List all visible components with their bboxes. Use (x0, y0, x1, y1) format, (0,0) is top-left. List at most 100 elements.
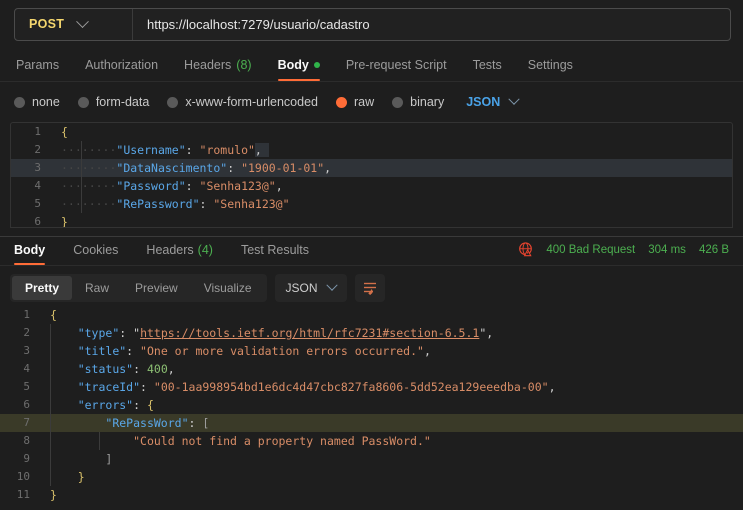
code-line: 9 ] (0, 450, 743, 468)
view-mode-pretty[interactable]: Pretty (12, 276, 73, 300)
code-line-selected: 3 ···· ····"DataNascimento": "1900-01-01"… (11, 159, 732, 177)
tab-headers[interactable]: Headers (8) (171, 58, 265, 81)
response-tab-body[interactable]: Body (14, 243, 59, 265)
tab-headers-label: Headers (184, 58, 232, 72)
line-number: 4 (34, 179, 41, 192)
tab-pre-request-script[interactable]: Pre-request Script (333, 58, 460, 81)
method-label: POST (29, 17, 65, 31)
code-line: 3 "title": "One or more validation error… (0, 342, 743, 360)
radio-icon (392, 96, 404, 108)
response-tab-test-results[interactable]: Test Results (227, 243, 323, 265)
line-content: "Could not find a property named PassWor… (42, 432, 743, 450)
code-line: 2 "type": "https://tools.ietf.org/html/r… (0, 324, 743, 342)
line-content: "status": 400, (42, 360, 743, 378)
body-type-raw[interactable]: raw (336, 95, 374, 109)
body-modified-dot-icon (313, 62, 320, 68)
globe-warning-icon (519, 242, 533, 257)
line-number: 9 (23, 452, 30, 465)
request-url-bar: POST https://localhost:7279/usuario/cada… (0, 0, 743, 48)
response-error-key: RePassWord (112, 416, 182, 430)
line-number: 6 (23, 398, 30, 411)
response-meta: 400 Bad Request 304 ms 426 B (518, 242, 729, 257)
request-body-editor[interactable]: 1 { 2 ···· ····"Username": "romulo", 3 ··… (10, 122, 733, 228)
response-tab-cookies[interactable]: Cookies (59, 243, 132, 265)
line-content: "traceId": "00-1aa998954bd1e6dc4d47cbc82… (42, 378, 743, 396)
line-number: 5 (34, 197, 41, 210)
view-mode-visualize[interactable]: Visualize (191, 276, 265, 300)
response-status-value: 400 (146, 362, 168, 376)
line-number: 5 (23, 380, 30, 393)
response-tab-headers-count: (4) (197, 243, 213, 257)
tab-settings-label: Settings (527, 58, 573, 72)
request-format-selector[interactable]: JSON (466, 93, 520, 109)
tab-body-label: Body (277, 58, 309, 72)
line-number: 3 (34, 161, 41, 174)
line-content: ···· ····"RePassword": "Senha123@" (61, 195, 290, 213)
body-type-form-data[interactable]: form-data (77, 95, 150, 109)
code-line: 8 "Could not find a property named PassW… (0, 432, 743, 450)
line-number: 2 (34, 143, 41, 156)
url-box: POST https://localhost:7279/usuario/cada… (14, 7, 731, 41)
tab-body[interactable]: Body (265, 58, 333, 81)
body-type-form-data-label: form-data (95, 95, 150, 109)
line-number: 11 (16, 488, 30, 501)
response-body-editor[interactable]: 1 { 2 "type": "https://tools.ietf.org/ht… (0, 306, 743, 502)
line-number: 6 (34, 215, 41, 228)
word-wrap-button[interactable] (354, 274, 385, 302)
line-content: ] (42, 450, 743, 468)
line-content: "title": "One or more validation errors … (42, 342, 743, 360)
line-content: { (50, 308, 57, 322)
response-type-url[interactable]: https://tools.ietf.org/html/rfc7231#sect… (140, 326, 479, 340)
line-content: "type": "https://tools.ietf.org/html/rfc… (42, 324, 743, 342)
line-number: 4 (23, 362, 30, 375)
radio-icon (167, 96, 179, 108)
tab-headers-count: (8) (236, 58, 252, 72)
view-mode-raw[interactable]: Raw (72, 276, 122, 300)
url-input[interactable]: https://localhost:7279/usuario/cadastro (133, 17, 370, 32)
response-tab-cookies-label: Cookies (73, 243, 119, 257)
line-number: 1 (23, 308, 30, 321)
view-mode-preview[interactable]: Preview (122, 276, 191, 300)
code-line: 5 ···· ····"RePassword": "Senha123@" (11, 195, 732, 213)
request-tabs: Params Authorization Headers (8) Body Pr… (0, 48, 743, 82)
line-content: } (61, 215, 68, 228)
body-type-binary-label: binary (410, 95, 445, 109)
code-line: 11 } (0, 486, 743, 502)
response-tab-headers[interactable]: Headers (4) (132, 243, 227, 265)
body-type-none[interactable]: none (14, 95, 60, 109)
tab-authorization[interactable]: Authorization (72, 58, 171, 81)
tab-tests[interactable]: Tests (460, 58, 515, 81)
code-line: 6 "errors": { (0, 396, 743, 414)
response-traceid-value: 00-1aa998954bd1e6dc4d47cbc827fa8606-5dd5… (160, 380, 542, 394)
code-line: 5 "traceId": "00-1aa998954bd1e6dc4d47cbc… (0, 378, 743, 396)
radio-selected-icon (336, 96, 347, 108)
tab-pre-request-script-label: Pre-request Script (345, 58, 447, 72)
response-header: Body Cookies Headers (4) Test Results 40… (0, 234, 743, 266)
body-type-urlencoded[interactable]: x-www-form-urlencoded (167, 95, 318, 109)
chevron-down-icon (325, 279, 338, 291)
response-view-modes: Pretty Raw Preview Visualize (10, 274, 267, 302)
response-status: 400 Bad Request (546, 243, 636, 256)
line-content: } (50, 488, 57, 502)
line-content: ···· ····"DataNascimento": "1900-01-01", (61, 159, 332, 177)
response-format-selector[interactable]: JSON (274, 274, 347, 302)
line-number: 1 (34, 125, 41, 138)
code-line: 1 { (11, 123, 732, 141)
tab-params[interactable]: Params (14, 58, 72, 81)
response-title-value: One or more validation errors occurred. (146, 344, 418, 358)
radio-icon (77, 96, 89, 108)
line-content: ···· ····"Username": "romulo", (53, 141, 732, 159)
response-format-label: JSON (285, 281, 318, 295)
code-line: 4 ···· ····"Password": "Senha123@", (11, 177, 732, 195)
response-size: 426 B (698, 243, 729, 256)
code-line-highlighted: 7 "RePassWord": [ (0, 414, 743, 432)
method-selector[interactable]: POST (15, 8, 133, 40)
response-tab-test-results-label: Test Results (240, 243, 310, 257)
tab-settings[interactable]: Settings (515, 58, 586, 81)
code-line: 6 } (11, 213, 732, 228)
response-toolbar: Pretty Raw Preview Visualize JSON (0, 266, 743, 304)
panel-divider[interactable] (0, 236, 743, 237)
body-type-binary[interactable]: binary (392, 95, 444, 109)
chevron-down-icon (508, 93, 520, 105)
body-type-row: none form-data x-www-form-urlencoded raw… (0, 86, 743, 118)
